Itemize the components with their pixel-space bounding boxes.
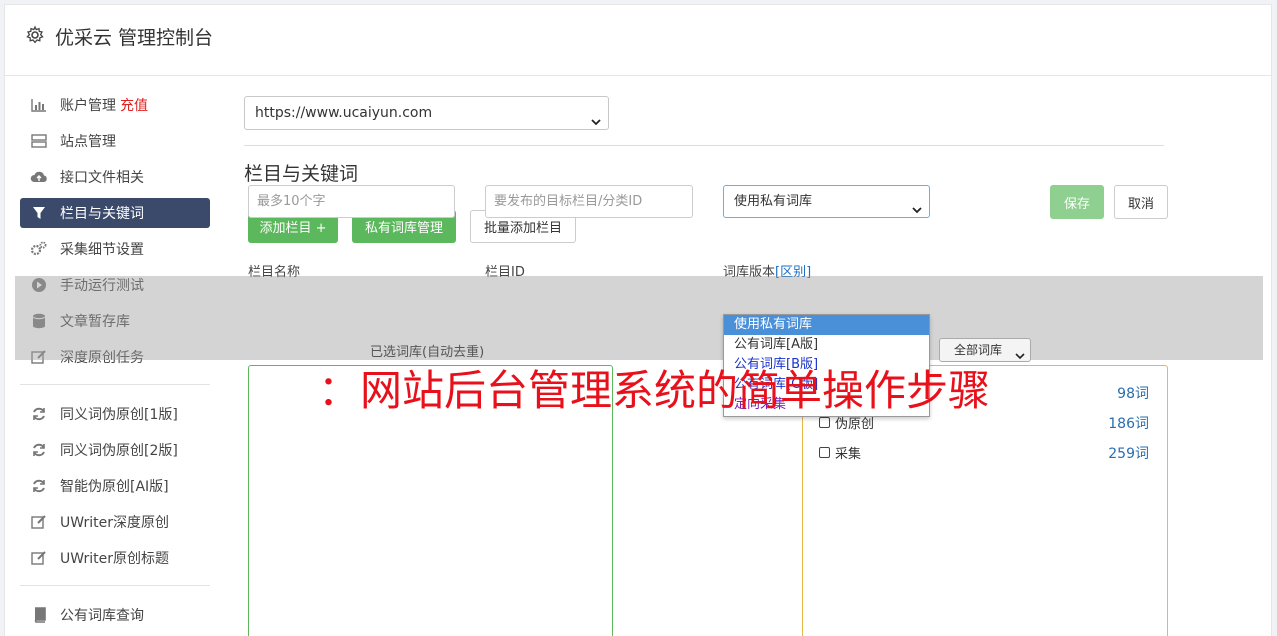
checkbox[interactable] [819, 417, 830, 428]
sidebar-item-label: 同义词伪原创[1版] [60, 407, 178, 423]
dropdown-option[interactable]: 公有词库[A版] [724, 335, 929, 355]
gray-overlay-band [15, 276, 1263, 360]
edit-icon [30, 513, 48, 531]
lib-name: 采集 [835, 447, 862, 462]
sidebar-item-columns[interactable]: 栏目与关键词 [20, 198, 210, 228]
cogs-icon [30, 240, 48, 258]
version-select[interactable]: 使用私有词库 [723, 185, 930, 218]
sidebar-divider [20, 585, 210, 586]
site-select[interactable]: https://www.ucaiyun.com [244, 96, 609, 130]
section-title: 栏目与关键词 [244, 163, 359, 185]
sidebar-item-public-lib[interactable]: 公有词库查询 [20, 600, 210, 630]
sidebar-item-uwriter-deep[interactable]: UWriter深度原创 [20, 507, 210, 537]
sidebar-item-label: UWriter深度原创 [60, 515, 169, 531]
sidebar-item-collect-settings[interactable]: 采集细节设置 [20, 234, 210, 264]
filter-icon [30, 204, 48, 222]
edit-icon [30, 549, 48, 567]
overlay-caption: ：网站后台管理系统的简单操作步骤 [318, 366, 991, 415]
sidebar-item-label: 站点管理 [60, 134, 116, 150]
sidebar-item-uwriter-title[interactable]: UWriter原创标题 [20, 543, 210, 573]
divider [244, 145, 1164, 146]
lib-count: 98词 [1117, 386, 1149, 402]
chevron-down-icon [1015, 345, 1025, 367]
sidebar-item-label: 采集细节设置 [60, 242, 144, 258]
dropdown-option[interactable]: 使用私有词库 [724, 315, 929, 335]
header: 优采云 管理控制台 [5, 5, 1271, 76]
gear-icon [25, 25, 45, 45]
lib-count: 259词 [1108, 446, 1149, 462]
refresh-icon [30, 441, 48, 459]
server-icon [30, 132, 48, 150]
page-title: 优采云 管理控制台 [55, 27, 214, 49]
sidebar-item-label: UWriter原创标题 [60, 551, 169, 567]
sidebar-item-interface[interactable]: 接口文件相关 [20, 162, 210, 192]
sidebar-item-account[interactable]: 账户管理 充值 [20, 90, 210, 120]
checkbox[interactable] [819, 447, 830, 458]
chevron-down-icon [590, 107, 602, 139]
chevron-down-icon [911, 196, 923, 227]
sidebar-item-sites[interactable]: 站点管理 [20, 126, 210, 156]
sidebar-item-label: 智能伪原创[AI版] [60, 479, 169, 495]
lib-item[interactable]: 采集 [819, 443, 861, 462]
refresh-icon [30, 405, 48, 423]
sidebar-divider [20, 384, 210, 385]
book-icon [30, 606, 48, 624]
save-button[interactable]: 保存 [1050, 185, 1104, 219]
site-select-value: https://www.ucaiyun.com [255, 105, 433, 121]
sidebar-item-label: 账户管理 [60, 98, 116, 114]
cancel-button[interactable]: 取消 [1114, 185, 1168, 219]
refresh-icon [30, 477, 48, 495]
column-id-input[interactable]: 要发布的目标栏目/分类ID [485, 185, 693, 218]
sidebar-item-label: 栏目与关键词 [60, 206, 144, 222]
sidebar-item-label: 同义词伪原创[2版] [60, 443, 178, 459]
sidebar-item-ai-rewrite[interactable]: 智能伪原创[AI版] [20, 471, 210, 501]
version-select-value: 使用私有词库 [734, 194, 813, 209]
cloud-upload-icon [30, 168, 48, 186]
bar-chart-icon [30, 96, 48, 114]
lib-count: 186词 [1108, 416, 1149, 432]
recharge-link[interactable]: 充值 [120, 95, 148, 115]
lib-filter-value: 全部词库 [954, 343, 1003, 357]
column-name-input[interactable]: 最多10个字 [248, 185, 455, 218]
sidebar-item-label: 接口文件相关 [60, 170, 144, 186]
sidebar: 账户管理 充值 站点管理 接口文件相关 栏目与关键词 采集细节设置 手动运行测试… [20, 90, 210, 636]
sidebar-item-synonym-v2[interactable]: 同义词伪原创[2版] [20, 435, 210, 465]
sidebar-item-label: 公有词库查询 [60, 608, 144, 624]
sidebar-item-synonym-v1[interactable]: 同义词伪原创[1版] [20, 399, 210, 429]
